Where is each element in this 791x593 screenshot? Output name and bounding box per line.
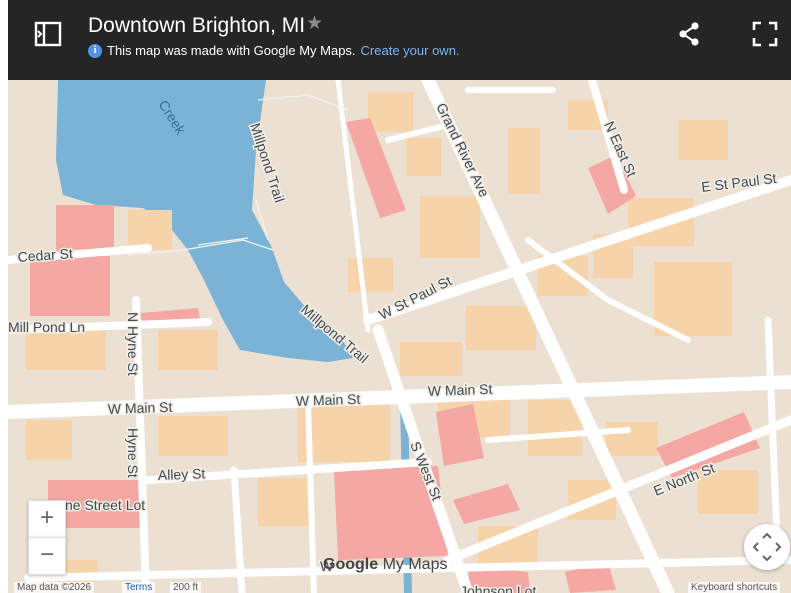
- label-n-hyne-st: N Hyne St: [125, 312, 141, 376]
- map-canvas[interactable]: Creek Millpond Trail Millpond Trail Gran…: [8, 80, 791, 593]
- map-footer: Map data ©2026 Terms 200 ft Keyboard sho…: [8, 582, 791, 593]
- terms-link[interactable]: Terms: [122, 582, 156, 593]
- fullscreen-icon[interactable]: [749, 18, 781, 50]
- info-icon: i: [88, 43, 102, 58]
- map-frame: Downtown Brighton, MI ★ i This map was m…: [8, 0, 791, 593]
- label-w-main-st-east: W Main St: [428, 381, 493, 399]
- share-icon[interactable]: [674, 18, 706, 50]
- label-hyne-st: Hyne St: [125, 428, 141, 478]
- create-your-own-link[interactable]: Create your own.: [361, 43, 460, 58]
- recenter-button[interactable]: [744, 524, 790, 570]
- label-w-main-st-mid: W Main St: [296, 391, 361, 409]
- google-my-maps-watermark: Google My Maps: [323, 556, 447, 574]
- map-title: Downtown Brighton, MI: [88, 14, 306, 37]
- info-text: This map was made with Google My Maps.: [107, 43, 356, 58]
- my-maps-text: My Maps: [382, 556, 448, 573]
- zoom-out-button[interactable]: −: [28, 537, 66, 575]
- label-alley-st: Alley St: [158, 465, 206, 483]
- label-street-lot: yne Street Lot: [58, 497, 145, 513]
- scale-label[interactable]: 200 ft: [170, 582, 202, 593]
- recenter-icon: [752, 532, 782, 562]
- sidebar-toggle-icon[interactable]: [32, 18, 64, 50]
- label-w-main-st-west: W Main St: [108, 399, 173, 417]
- keyboard-shortcuts-link[interactable]: Keyboard shortcuts: [688, 582, 781, 593]
- google-logo: Google: [323, 556, 379, 573]
- map-header: Downtown Brighton, MI ★ i This map was m…: [8, 0, 791, 80]
- zoom-in-button[interactable]: +: [28, 500, 66, 538]
- label-mill-pond-ln: Mill Pond Ln: [8, 319, 85, 335]
- star-icon[interactable]: ★: [306, 12, 323, 35]
- map-data-text: Map data ©2026: [14, 582, 95, 593]
- map-info-line: i This map was made with Google My Maps.…: [88, 43, 460, 58]
